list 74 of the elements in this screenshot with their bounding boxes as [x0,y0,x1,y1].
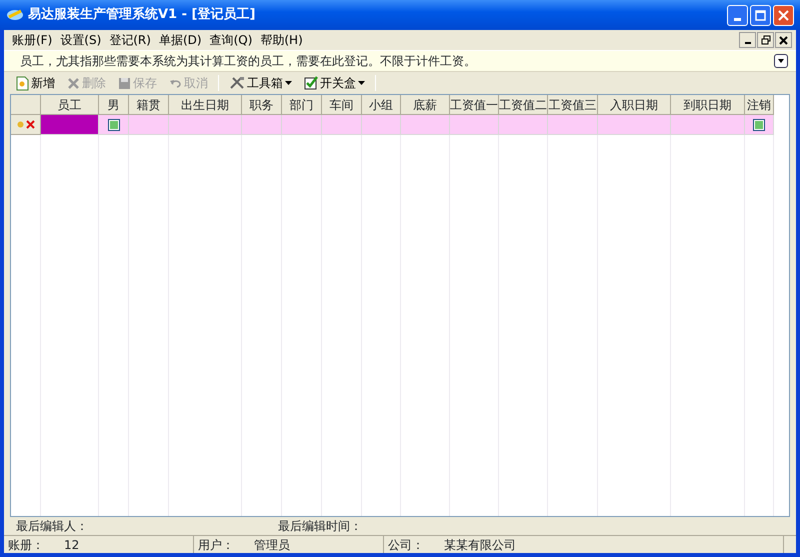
menu-item[interactable]: 设置(S) [56,31,106,49]
column-header[interactable]: 部门 [282,95,322,115]
status-label: 公司： [388,536,424,554]
new-row-icon [16,121,24,128]
table-cell[interactable] [362,115,401,135]
table-cell[interactable] [401,115,450,135]
status-value: 管理员 [254,536,290,554]
toolbar-button[interactable]: 新增 [14,74,57,92]
window-title: 易达服装生产管理系统V1 - [登记员工] [28,6,256,24]
table-cell[interactable] [282,115,322,135]
table-cell[interactable] [671,115,745,135]
column-header[interactable]: 工资值三 [548,95,598,115]
column-header[interactable]: 员工 [41,95,99,115]
table-cell[interactable] [598,115,671,135]
delete-x-icon [67,76,80,90]
status-label: 用户： [198,536,234,554]
column-header[interactable]: 工资值二 [499,95,548,115]
checkmark-icon [304,76,318,90]
column-header[interactable]: 底薪 [401,95,450,115]
menu-item[interactable]: 登记(R) [105,31,155,49]
table-cell[interactable] [548,115,598,135]
table-cell[interactable] [129,115,169,135]
mdi-minimize-button[interactable] [739,32,756,48]
maximize-button[interactable] [750,4,771,26]
header-corner [11,95,41,115]
status-value: 某某有限公司 [444,536,516,554]
table-cell[interactable] [41,115,99,135]
caret-icon [358,81,365,85]
column-header[interactable]: 到职日期 [671,95,745,115]
close-icon [778,10,789,20]
dropdown-button[interactable]: 开关盒 [302,74,367,92]
checkbox-cell[interactable] [745,115,774,135]
tools-icon [229,76,245,90]
field-label: 最后编辑人： [16,518,89,535]
dropdown-button[interactable]: 工具箱 [227,74,294,92]
delete-x-icon [26,120,34,129]
close-icon [779,36,788,44]
column-header[interactable]: 车间 [322,95,362,115]
menu-item[interactable]: 单据(D) [154,31,206,49]
mdi-close-button[interactable] [775,32,792,48]
menu-item[interactable]: 帮助(H) [256,31,307,49]
table-cell[interactable] [169,115,242,135]
field-label: 最后编辑时间： [278,518,362,535]
restore-icon [760,35,770,45]
column-header[interactable]: 入职日期 [598,95,671,115]
info-text: 员工，尤其指那些需要本系统为其计算工资的员工，需要在此登记。不限于计件工资。 [20,53,476,70]
column-header[interactable]: 注销 [745,95,774,115]
minimize-icon [734,18,741,20]
undo-arrow-icon [169,78,182,88]
table-cell[interactable] [242,115,282,135]
row-header[interactable] [11,115,41,135]
table-cell[interactable] [499,115,548,135]
status-label: 账册： [8,536,44,554]
menu-item[interactable]: 查询(Q) [206,31,256,49]
menu-item[interactable]: 账册(F) [8,31,56,49]
column-header[interactable]: 出生日期 [169,95,242,115]
minimize-button[interactable] [727,4,748,26]
table-cell[interactable] [322,115,362,135]
close-button[interactable] [773,4,794,26]
status-value: 12 [64,536,80,554]
checkbox-cell[interactable] [99,115,129,135]
caret-icon [777,58,785,64]
mdi-restore-button[interactable] [757,32,774,48]
table-cell[interactable] [450,115,499,135]
column-header[interactable]: 籍贯 [129,95,169,115]
caret-icon [285,81,292,85]
maximize-icon [755,10,766,20]
column-header[interactable]: 职务 [242,95,282,115]
column-header[interactable]: 男 [99,95,129,115]
column-header[interactable]: 小组 [362,95,401,115]
dropdown-button[interactable] [774,54,788,68]
app-icon [6,7,24,23]
column-header[interactable]: 工资值一 [450,95,499,115]
new-document-icon [16,76,29,90]
